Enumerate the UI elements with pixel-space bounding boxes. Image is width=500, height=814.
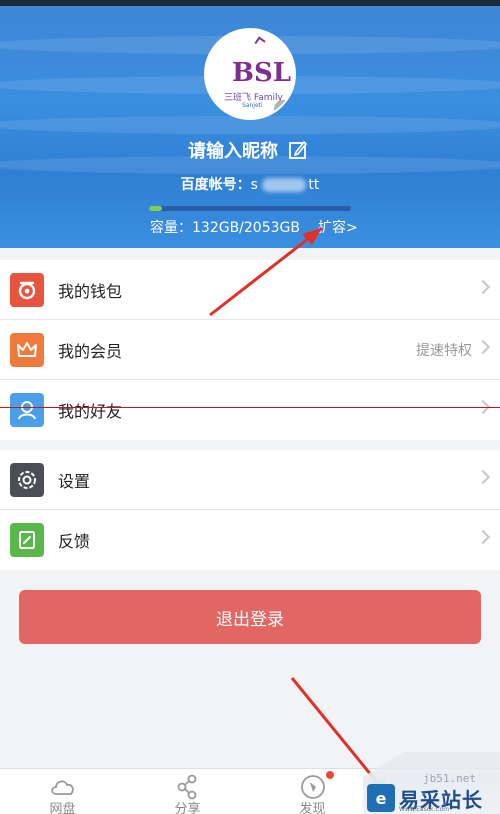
menu-item-label: 设置 <box>58 472 91 491</box>
crown-icon <box>10 333 44 367</box>
expand-link[interactable]: 扩容> <box>318 217 358 237</box>
friends-icon <box>10 393 44 427</box>
feedback-icon <box>10 523 44 557</box>
tab-netdisk[interactable]: 网盘 <box>0 769 125 814</box>
chevron-right-icon <box>475 529 491 545</box>
settings-icon <box>10 463 44 497</box>
share-icon <box>177 774 196 800</box>
chevron-right-icon <box>475 469 491 485</box>
menu-item-extra: 提速特权 <box>416 343 472 359</box>
menu-item-label: 我的钱包 <box>58 282 123 301</box>
edit-icon[interactable] <box>288 140 308 160</box>
avatar[interactable]: BSL 三班飞 Family Sanjeti <box>204 28 296 120</box>
site-watermark: jb51.net e 易采站长站 Www.Easck.Com <box>363 752 500 814</box>
chevron-right-icon <box>475 339 491 355</box>
menu-group-app: 设置 反馈 <box>0 450 500 570</box>
compass-icon <box>300 775 325 799</box>
avatar-logo-small-text: Sanjeti <box>242 102 263 109</box>
menu-item-label: 我的好友 <box>58 402 123 421</box>
avatar-corner-mark <box>274 100 292 118</box>
account-id-redacted <box>262 178 307 192</box>
profile-header: BSL 三班飞 Family Sanjeti 请输入昵称 百度帐号：s tt 容… <box>0 6 500 248</box>
tab-share[interactable]: 分享 <box>125 769 250 814</box>
account-id-end: tt <box>308 177 320 193</box>
tab-label: 发现 <box>299 802 326 814</box>
account-line: 百度帐号：s tt <box>0 174 500 194</box>
menu-item-wallet[interactable]: 我的钱包 <box>0 260 500 320</box>
capacity-text: 容量：132GB/2053GB <box>150 220 300 236</box>
avatar-bird-mark <box>254 36 266 48</box>
storage-progress-bar <box>149 206 351 211</box>
capacity-row: 容量：132GB/2053GB 扩容> <box>150 217 358 237</box>
chevron-right-icon <box>475 279 491 295</box>
menu-item-feedback[interactable]: 反馈 <box>0 510 500 570</box>
nickname[interactable]: 请输入昵称 <box>188 137 278 163</box>
logout-button[interactable]: 退出登录 <box>19 590 481 644</box>
cloud-icon <box>50 780 74 795</box>
tab-label: 网盘 <box>49 802 76 814</box>
tab-label: 分享 <box>174 802 201 814</box>
menu-item-label: 反馈 <box>58 532 91 551</box>
menu-item-label: 我的会员 <box>58 342 123 361</box>
nickname-row[interactable]: 请输入昵称 <box>188 138 308 162</box>
account-id-start: s <box>250 177 258 193</box>
tab-discover[interactable]: 发现 <box>250 769 375 814</box>
notification-badge <box>326 771 334 779</box>
menu-item-friends[interactable]: 我的好友 <box>0 380 500 440</box>
account-label: 百度帐号： <box>180 177 251 193</box>
menu-group-account: 我的钱包 我的会员 提速特权 我的好友 <box>0 260 500 440</box>
menu-item-membership[interactable]: 我的会员 提速特权 <box>0 320 500 380</box>
annotation-strike-line <box>0 407 500 408</box>
avatar-logo-text: BSL <box>232 58 292 88</box>
watermark-subtext: Www.Easck.Com <box>399 806 450 813</box>
wallet-icon <box>10 273 44 307</box>
storage-progress-fill <box>149 206 162 211</box>
menu-item-settings[interactable]: 设置 <box>0 450 500 510</box>
watermark-logo-icon: e <box>367 784 395 812</box>
